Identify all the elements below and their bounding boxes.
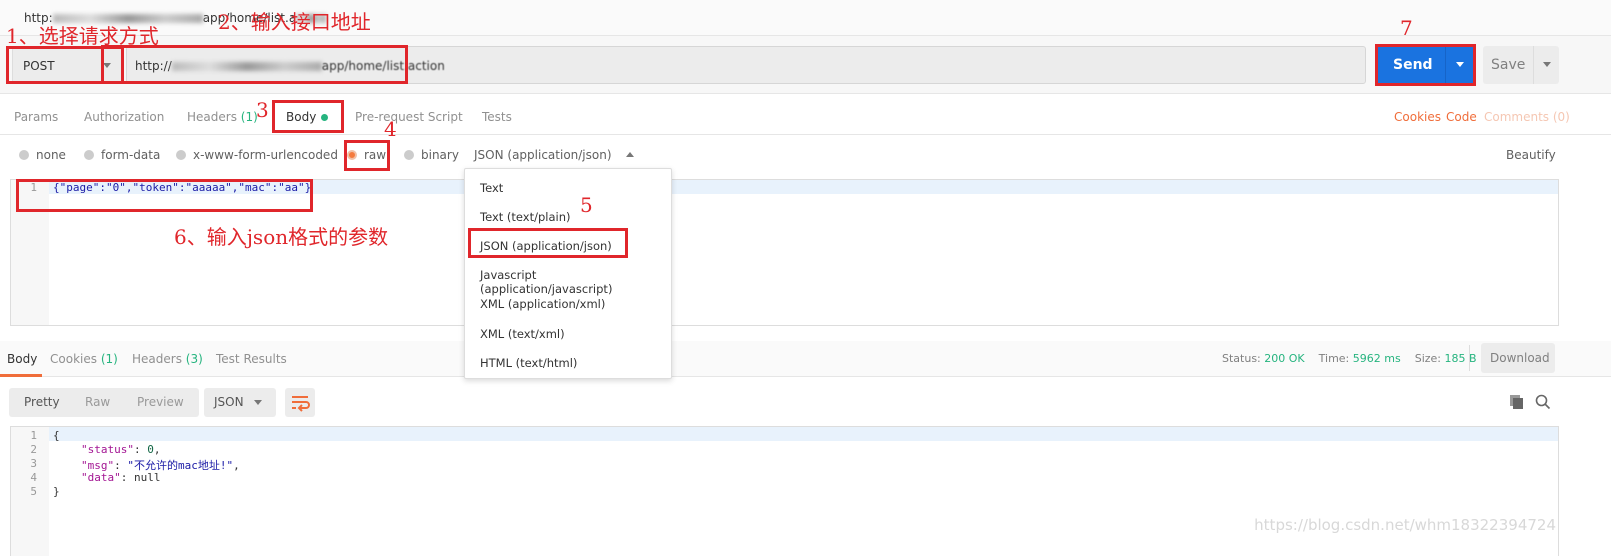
annotation-1: 1、选择请求方式 <box>6 24 159 48</box>
download-button[interactable]: Download <box>1481 343 1555 373</box>
tab-pre-request-script[interactable]: Pre-request Script <box>355 110 463 124</box>
tab-headers[interactable]: Headers (1) <box>187 110 258 124</box>
highlight-send <box>1375 44 1476 86</box>
format-select[interactable]: JSON <box>204 388 276 417</box>
tab-response-cookies[interactable]: Cookies (1) <box>50 352 118 366</box>
save-button[interactable]: Save <box>1483 46 1559 84</box>
active-tab-indicator <box>0 374 42 377</box>
code-line: } <box>53 485 60 498</box>
response-tabs: Body Cookies (1) Headers (3) Test Result… <box>0 341 1611 377</box>
tab-tests[interactable]: Tests <box>482 110 512 124</box>
line-number: 4 <box>30 471 37 484</box>
copy-icon[interactable] <box>1509 394 1525 410</box>
code-line: "data": null <box>81 471 161 484</box>
annotation-2: 2、输入接口地址 <box>218 10 371 34</box>
annotation-4: 4 <box>384 117 397 141</box>
raw-button[interactable]: Raw <box>85 395 110 409</box>
request-tabs: Params Authorization Headers (1) Body Pr… <box>0 95 1611 135</box>
annotation-5: 5 <box>580 193 593 217</box>
menu-item[interactable]: HTML (text/html) <box>480 356 577 370</box>
highlight-json-option <box>468 228 628 258</box>
menu-item[interactable]: XML (text/xml) <box>480 327 565 341</box>
line-number: 5 <box>30 485 37 498</box>
code-line: "status": 0, <box>81 443 161 456</box>
menu-item[interactable]: Javascript (application/javascript) <box>480 268 671 296</box>
search-icon[interactable] <box>1535 394 1551 410</box>
size-value: 185 B <box>1444 352 1477 365</box>
line-number: 1 <box>30 429 37 442</box>
annotation-6: 6、输入json格式的参数 <box>174 225 389 249</box>
annotation-3: 3 <box>256 98 269 122</box>
content-type-menu: Text Text (text/plain) JSON (application… <box>464 168 672 379</box>
menu-item[interactable]: XML (application/xml) <box>480 297 605 311</box>
chevron-down-icon <box>1543 62 1551 67</box>
comments-link[interactable]: Comments (0) <box>1484 110 1570 124</box>
chevron-up-icon <box>625 152 634 157</box>
tab-response-headers[interactable]: Headers (3) <box>132 352 203 366</box>
menu-item[interactable]: Text (text/plain) <box>480 210 570 224</box>
highlight-body-tab <box>272 100 344 133</box>
menu-item[interactable]: Text <box>480 181 503 195</box>
code-line: { <box>53 429 60 442</box>
highlight-body <box>16 179 313 212</box>
pretty-button[interactable]: Pretty <box>24 395 60 409</box>
time-value: 5962 ms <box>1352 352 1401 365</box>
radio-icon <box>404 150 414 160</box>
response-body[interactable]: 1{2 "status": 0, 3 "msg": "不允许的mac地址!", 4 "da… <box>10 426 1559 556</box>
content-type-select[interactable]: JSON (application/json) <box>474 148 634 162</box>
wrap-lines-button[interactable] <box>285 388 315 417</box>
chevron-down-icon <box>254 400 262 405</box>
radio-form-data[interactable]: form-data <box>84 148 160 162</box>
line-number: 2 <box>30 443 37 456</box>
radio-none[interactable]: none <box>19 148 66 162</box>
watermark: https://blog.csdn.net/whm18322394724 <box>1254 516 1556 534</box>
radio-icon <box>176 150 186 160</box>
code-link[interactable]: Code <box>1446 110 1477 124</box>
highlight-raw <box>344 140 390 171</box>
preview-button[interactable]: Preview <box>137 395 184 409</box>
radio-urlencoded[interactable]: x-www-form-urlencoded <box>176 148 338 162</box>
cookies-link[interactable]: Cookies <box>1394 110 1441 124</box>
response-meta: Status: 200 OK Time: 5962 ms Size: 185 B <box>1222 352 1477 365</box>
view-mode-group: Pretty Raw Preview <box>9 388 199 417</box>
highlight-url <box>101 45 408 84</box>
wrap-icon <box>292 396 310 412</box>
status-value: 200 OK <box>1264 352 1305 365</box>
radio-binary[interactable]: binary <box>404 148 459 162</box>
line-number: 3 <box>30 457 37 470</box>
tab-params[interactable]: Params <box>14 110 58 124</box>
tab-authorization[interactable]: Authorization <box>84 110 164 124</box>
radio-icon <box>19 150 29 160</box>
beautify-link[interactable]: Beautify <box>1506 148 1556 162</box>
annotation-7: 7 <box>1400 16 1413 40</box>
tab-response-body[interactable]: Body <box>7 352 37 366</box>
tab-test-results[interactable]: Test Results <box>216 352 287 366</box>
save-options-button[interactable] <box>1533 46 1559 84</box>
radio-icon <box>84 150 94 160</box>
